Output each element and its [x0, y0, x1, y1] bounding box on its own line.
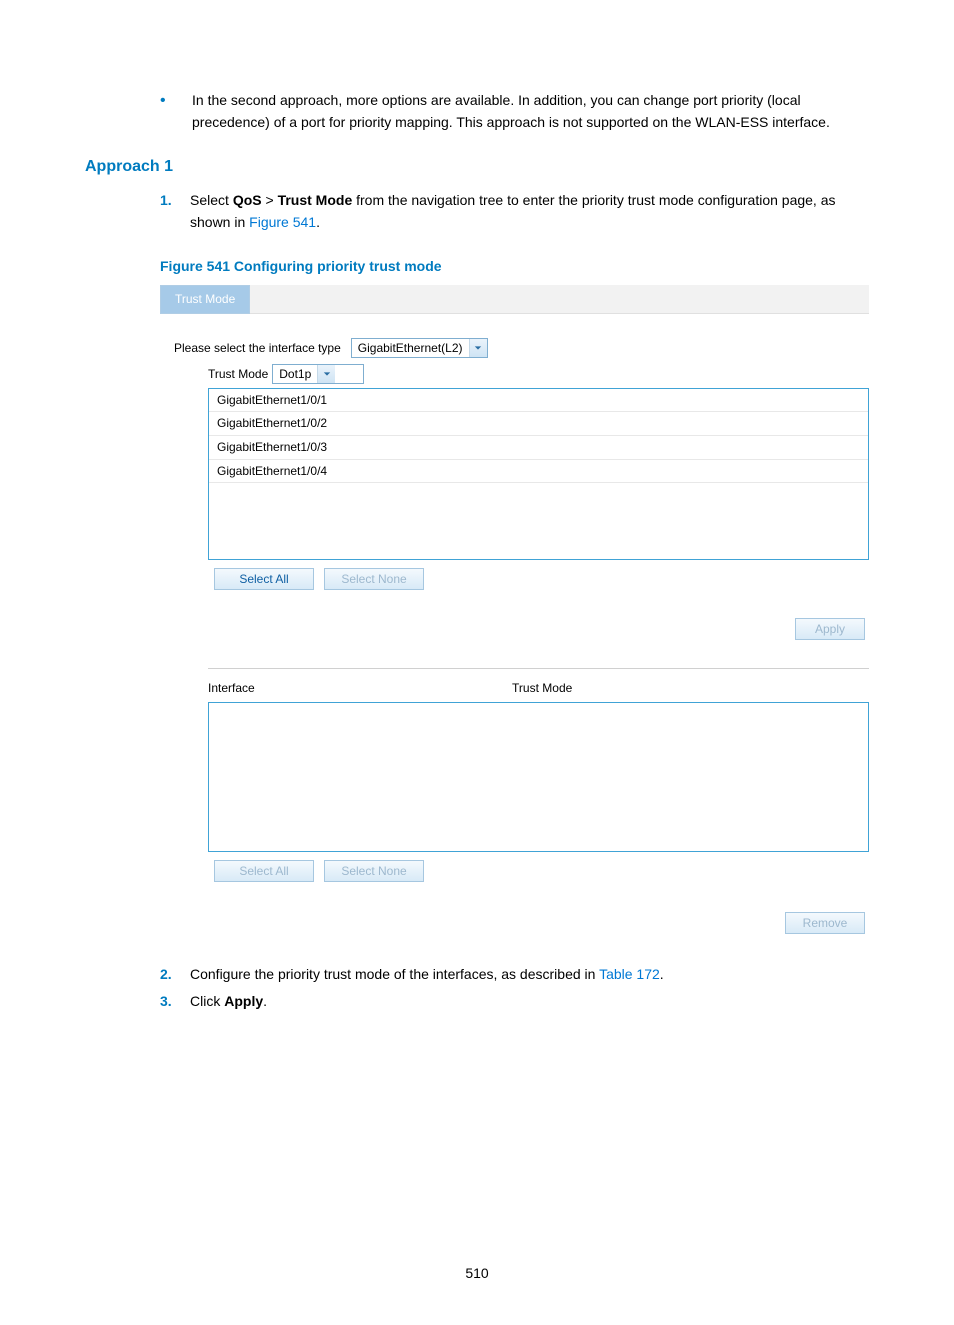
col-interface: Interface [208, 679, 512, 702]
remove-row: Remove [160, 912, 865, 934]
interface-type-select[interactable]: GigabitEthernet(L2) [351, 338, 488, 358]
trust-mode-row: Trust Mode Dot1p [208, 364, 869, 384]
list-item[interactable]: GigabitEthernet1/0/1 [209, 389, 868, 413]
chevron-down-icon [469, 339, 487, 357]
list-spacer [209, 483, 868, 559]
select-all-button-2[interactable]: Select All [214, 860, 314, 882]
figure-link[interactable]: Figure 541 [249, 214, 316, 230]
heading-approach1: Approach 1 [85, 155, 869, 180]
bullet-marker-icon: • [160, 90, 192, 133]
trust-mode-select[interactable]: Dot1p [272, 364, 364, 384]
steps-list-cont: 2. Configure the priority trust mode of … [160, 964, 869, 1013]
select-buttons-row: Select All Select None [214, 568, 869, 590]
step-3: 3. Click Apply. [160, 991, 869, 1013]
tab-spacer [250, 285, 869, 314]
table-link[interactable]: Table 172 [599, 966, 660, 982]
apply-button[interactable]: Apply [795, 618, 865, 640]
step-body: Click Apply. [190, 991, 869, 1013]
remove-button[interactable]: Remove [785, 912, 865, 934]
apply-row: Apply [160, 618, 865, 640]
select-none-button[interactable]: Select None [324, 568, 424, 590]
figure-541: Trust Mode Please select the interface t… [160, 285, 869, 934]
interface-listbox[interactable]: GigabitEthernet1/0/1 GigabitEthernet1/0/… [208, 388, 869, 560]
step-text: . [660, 966, 664, 982]
step-text: Select [190, 192, 233, 208]
step-text: . [263, 993, 267, 1009]
divider [208, 668, 869, 669]
step-text: Configure the priority trust mode of the… [190, 966, 599, 982]
step-1: 1. Select QoS > Trust Mode from the navi… [160, 190, 869, 233]
step-number: 1. [160, 190, 190, 233]
figure-caption: Figure 541 Configuring priority trust mo… [160, 256, 869, 278]
list-item[interactable]: GigabitEthernet1/0/3 [209, 436, 868, 460]
steps-list: 1. Select QoS > Trust Mode from the navi… [160, 190, 869, 233]
table-body[interactable] [208, 702, 869, 852]
select-none-button-2[interactable]: Select None [324, 860, 424, 882]
step-body: Configure the priority trust mode of the… [190, 964, 869, 986]
bullet-text: In the second approach, more options are… [192, 90, 869, 133]
select-value: Dot1p [273, 365, 317, 384]
bullet-list: • In the second approach, more options a… [160, 90, 869, 133]
chevron-down-icon [317, 365, 335, 383]
tab-trust-mode[interactable]: Trust Mode [160, 285, 250, 314]
tab-row: Trust Mode [160, 285, 869, 314]
select-all-button[interactable]: Select All [214, 568, 314, 590]
col-trustmode: Trust Mode [512, 679, 869, 702]
select-value: GigabitEthernet(L2) [352, 339, 469, 358]
list-item[interactable]: GigabitEthernet1/0/4 [209, 460, 868, 484]
step-text: . [316, 214, 320, 230]
step-number: 2. [160, 964, 190, 986]
results-table: Interface Trust Mode [208, 679, 869, 852]
bullet-item: • In the second approach, more options a… [160, 90, 869, 133]
apply-bold: Apply [224, 993, 263, 1009]
step-text: Click [190, 993, 224, 1009]
step-text: > [262, 192, 278, 208]
interface-type-label: Please select the interface type [174, 339, 341, 358]
select-buttons-row-2: Select All Select None [214, 860, 869, 882]
qos-bold: QoS [233, 192, 262, 208]
table-header: Interface Trust Mode [208, 679, 869, 702]
step-number: 3. [160, 991, 190, 1013]
list-item[interactable]: GigabitEthernet1/0/2 [209, 412, 868, 436]
step-2: 2. Configure the priority trust mode of … [160, 964, 869, 986]
interface-type-row: Please select the interface type Gigabit… [174, 338, 869, 358]
page-number: 510 [85, 1263, 869, 1285]
trustmode-bold: Trust Mode [278, 192, 353, 208]
step-body: Select QoS > Trust Mode from the navigat… [190, 190, 869, 233]
trust-mode-label: Trust Mode [208, 365, 268, 384]
